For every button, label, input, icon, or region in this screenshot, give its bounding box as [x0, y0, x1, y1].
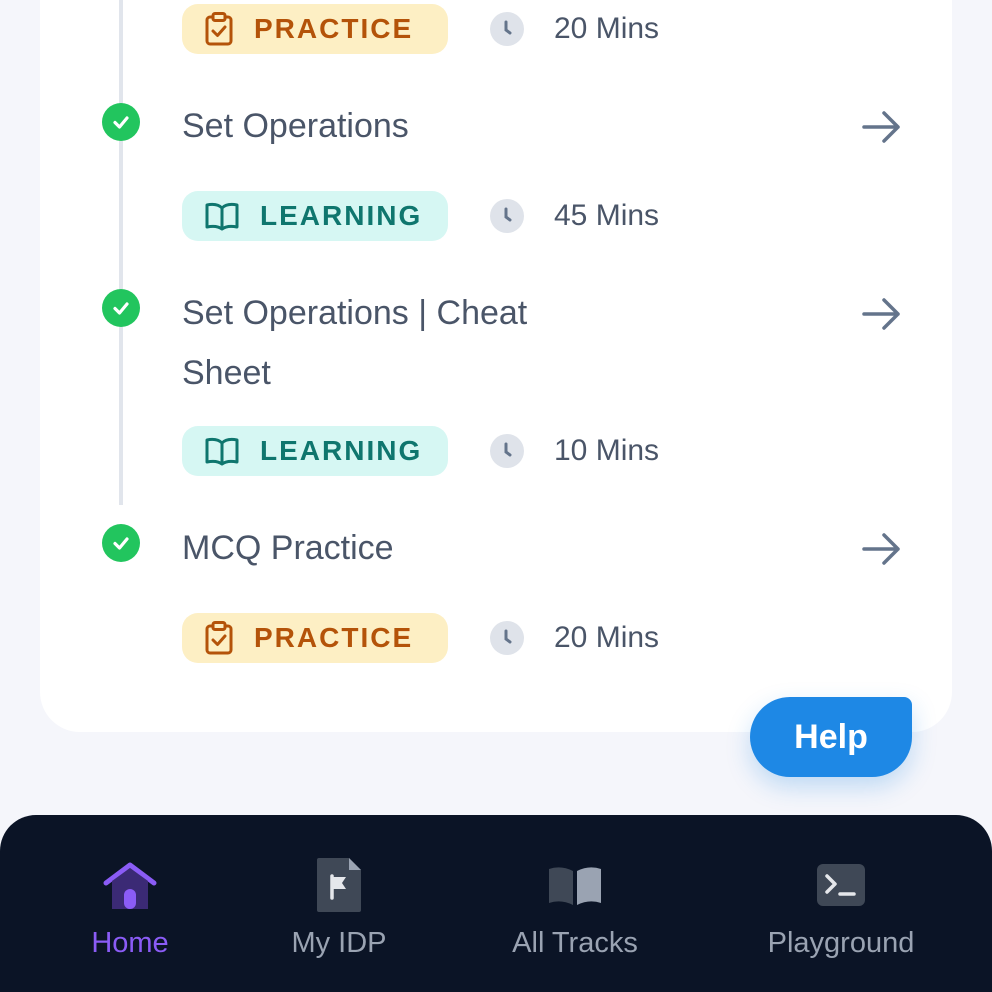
book-open-icon	[205, 202, 239, 231]
home-icon	[103, 862, 157, 909]
arrow-right-icon[interactable]	[858, 525, 906, 573]
tag-practice: PRACTICE	[182, 613, 448, 663]
item-title-set-operations[interactable]: Set Operations	[182, 96, 612, 156]
tag-practice: PRACTICE	[182, 4, 448, 54]
tag-learning: LEARNING	[182, 426, 448, 476]
tag-label: PRACTICE	[254, 622, 414, 653]
document-flag-icon	[317, 858, 361, 912]
nav-label: Home	[91, 927, 169, 959]
tag-label: LEARNING	[260, 200, 423, 231]
duration-text: 20 Mins	[554, 621, 660, 654]
item-title-mcq-practice[interactable]: MCQ Practice	[182, 518, 612, 578]
timeline-line	[119, 0, 123, 505]
clock-icon	[490, 434, 524, 468]
arrow-right-icon[interactable]	[858, 103, 906, 151]
book-open-icon	[205, 437, 239, 466]
clock-icon	[490, 621, 524, 655]
nav-item-playground[interactable]: Playground	[755, 815, 927, 992]
clipboard-check-icon	[205, 621, 233, 655]
nav-label: Playground	[767, 927, 915, 959]
tag-label: PRACTICE	[254, 13, 414, 44]
tag-label: LEARNING	[260, 435, 423, 466]
completed-check-icon	[102, 103, 140, 141]
completed-check-icon	[102, 289, 140, 327]
duration-text: 10 Mins	[554, 434, 660, 467]
nav-label: All Tracks	[512, 927, 638, 959]
completed-check-icon	[102, 524, 140, 562]
nav-item-my-idp[interactable]: My IDP	[276, 815, 402, 992]
nav-label: My IDP	[291, 927, 387, 959]
arrow-right-icon[interactable]	[858, 290, 906, 338]
clock-icon	[490, 199, 524, 233]
book-icon	[549, 867, 601, 905]
bottom-nav: Home My IDP All Tracks Playground	[0, 815, 992, 992]
item-title-cheat-sheet[interactable]: Set Operations | Cheat Sheet	[182, 283, 612, 403]
nav-item-all-tracks[interactable]: All Tracks	[500, 815, 650, 992]
terminal-icon	[817, 864, 865, 906]
clock-icon	[490, 12, 524, 46]
clipboard-check-icon	[205, 12, 233, 46]
help-button[interactable]: Help	[750, 697, 912, 777]
duration-text: 45 Mins	[554, 199, 660, 232]
duration-text: 20 Mins	[554, 12, 660, 45]
nav-item-home[interactable]: Home	[80, 815, 180, 992]
tag-learning: LEARNING	[182, 191, 448, 241]
